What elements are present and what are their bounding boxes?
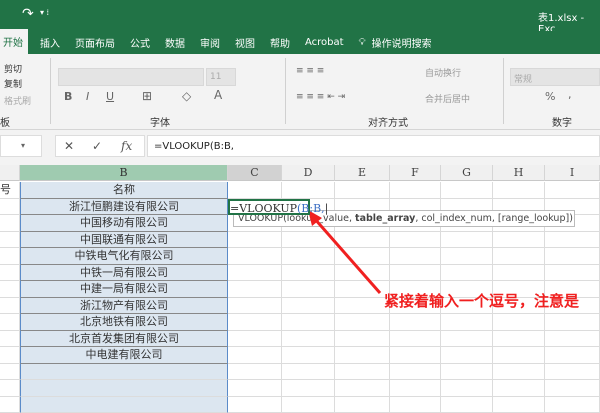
active-cell-range: (B:B, <box>297 202 325 215</box>
active-cell-function: =VLOOKUP <box>230 202 297 215</box>
active-cell-c2[interactable]: =VLOOKUP(B:B,| <box>228 199 310 216</box>
annotation-text: 紧接着输入一个逗号，注意是 <box>384 290 579 311</box>
